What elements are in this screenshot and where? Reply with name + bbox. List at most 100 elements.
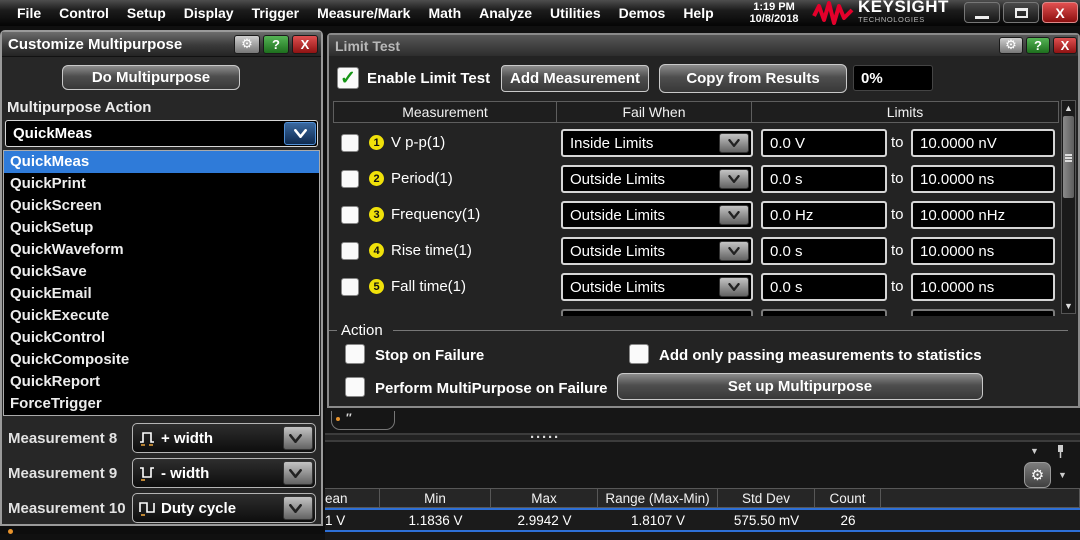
add-measurement-button[interactable]: Add Measurement	[501, 65, 649, 92]
combobox-value: QuickMeas	[13, 125, 93, 142]
list-item-quickprint[interactable]: QuickPrint	[4, 173, 319, 195]
setup-multipurpose-button[interactable]: Set up Multipurpose	[617, 373, 983, 400]
fail-when-value: Outside Limits	[570, 206, 666, 224]
limit-low-field[interactable]: 0.0 s	[761, 273, 887, 301]
to-label: to	[891, 206, 904, 223]
stat-empty	[881, 510, 1080, 530]
add-passing-checkbox[interactable]	[629, 344, 649, 364]
menu-help[interactable]: Help	[674, 0, 722, 26]
menu-math[interactable]: Math	[419, 0, 470, 26]
list-item-forcetrigger[interactable]: ForceTrigger	[4, 393, 319, 415]
row-checkbox[interactable]	[341, 278, 359, 296]
scroll-down-icon[interactable]: ▼	[1062, 299, 1075, 313]
marker-dot-icon	[8, 529, 13, 534]
chevron-down-icon[interactable]	[719, 133, 749, 153]
limit-low-field[interactable]: 0.0 Hz	[761, 201, 887, 229]
chevron-down-icon[interactable]	[283, 461, 313, 485]
limit-high-field[interactable]: 10.0000 ns	[911, 165, 1055, 193]
stat-max: 2.9942 V	[517, 512, 572, 528]
scroll-up-icon[interactable]: ▲	[1062, 101, 1075, 115]
chevron-down-icon[interactable]	[719, 277, 749, 297]
limit-high-field[interactable]: 10.0000 nHz	[911, 201, 1055, 229]
list-item-quickemail[interactable]: QuickEmail	[4, 283, 319, 305]
menu-measure-mark[interactable]: Measure/Mark	[308, 0, 419, 26]
limit-test-titlebar[interactable]: Limit Test ⚙ ? X	[329, 35, 1078, 56]
pin-icon[interactable]	[1056, 444, 1065, 459]
enable-limit-test-checkbox[interactable]: ✓	[337, 67, 359, 89]
list-item-quickscreen[interactable]: QuickScreen	[4, 195, 319, 217]
add-passing-label: Add only passing measurements to statist…	[659, 347, 982, 364]
settings-dropdown-icon[interactable]: ▼	[1058, 470, 1067, 480]
fail-when-dropdown[interactable]: Outside Limits	[561, 201, 753, 229]
close-icon: X	[1060, 38, 1070, 53]
chevron-down-icon[interactable]	[284, 122, 316, 145]
menu-utilities[interactable]: Utilities	[541, 0, 610, 26]
fail-when-dropdown[interactable]: Inside Limits	[561, 129, 753, 157]
limit-low-field[interactable]: 0.0 V	[761, 129, 887, 157]
list-item-quickreport[interactable]: QuickReport	[4, 371, 319, 393]
action-combobox[interactable]: QuickMeas	[5, 120, 318, 147]
help-button[interactable]: ?	[1026, 37, 1050, 54]
menu-control[interactable]: Control	[50, 0, 118, 26]
statistics-row-selected[interactable]: 1 V 1.1836 V 2.9942 V 1.8107 V 575.50 mV…	[325, 508, 1080, 532]
stop-on-failure-checkbox[interactable]	[345, 344, 365, 364]
close-dialog-button[interactable]: X	[292, 34, 318, 54]
measurement-name: V p-p(1)	[391, 134, 446, 151]
fail-when-dropdown[interactable]: Outside Limits	[561, 237, 753, 265]
do-multipurpose-button[interactable]: Do Multipurpose	[62, 65, 240, 90]
limit-high-field[interactable]: 10.0000 ns	[911, 273, 1055, 301]
gear-icon: ⚙	[241, 36, 253, 52]
close-window-button[interactable]: X	[1042, 2, 1078, 23]
fail-when-value: Outside Limits	[570, 278, 666, 296]
limit-low-field[interactable]: 0.0 s	[761, 237, 887, 265]
fail-when-dropdown[interactable]: Outside Limits	[561, 273, 753, 301]
results-settings-button[interactable]: ⚙	[1024, 462, 1051, 488]
list-item-quicksetup[interactable]: QuickSetup	[4, 217, 319, 239]
gear-button[interactable]: ⚙	[999, 37, 1023, 54]
limit-row-period: 2 Period(1) Outside Limits 0.0 s to 10.0…	[333, 165, 1059, 193]
menu-display[interactable]: Display	[175, 0, 243, 26]
minimize-button[interactable]	[964, 2, 1000, 23]
copy-from-results-button[interactable]: Copy from Results	[659, 64, 847, 93]
fail-when-dropdown[interactable]: Outside Limits	[561, 165, 753, 193]
table-scrollbar[interactable]: ▲ ▼	[1061, 100, 1076, 314]
gear-button[interactable]: ⚙	[234, 34, 260, 54]
menu-demos[interactable]: Demos	[610, 0, 675, 26]
collapsed-tab[interactable]: ″	[331, 411, 395, 430]
measurement-8-dropdown[interactable]: + width	[132, 423, 316, 453]
chevron-down-icon[interactable]	[283, 496, 313, 520]
panel-dropdown-icon[interactable]: ▼	[1030, 446, 1039, 456]
perform-multipurpose-checkbox[interactable]	[345, 377, 365, 397]
menu-setup[interactable]: Setup	[118, 0, 175, 26]
list-item-quickwaveform[interactable]: QuickWaveform	[4, 239, 319, 261]
row-checkbox[interactable]	[341, 206, 359, 224]
margin-percent-field[interactable]: 0%	[853, 65, 933, 91]
list-item-quicksave[interactable]: QuickSave	[4, 261, 319, 283]
close-dialog-button[interactable]: X	[1053, 37, 1077, 54]
chevron-down-icon[interactable]	[719, 241, 749, 261]
measurement-10-dropdown[interactable]: Duty cycle	[132, 493, 316, 523]
list-item-quickcomposite[interactable]: QuickComposite	[4, 349, 319, 371]
limit-high-field[interactable]: 10.0000 ns	[911, 237, 1055, 265]
chevron-down-icon[interactable]	[719, 205, 749, 225]
measurement-10-row: Measurement 10 Duty cycle	[8, 492, 316, 524]
customize-titlebar[interactable]: Customize Multipurpose ⚙ ? X	[2, 32, 321, 57]
row-checkbox[interactable]	[341, 134, 359, 152]
menu-analyze[interactable]: Analyze	[470, 0, 541, 26]
menu-file[interactable]: File	[8, 0, 50, 26]
measurement-9-dropdown[interactable]: - width	[132, 458, 316, 488]
panel-splitter[interactable]: ·····	[325, 429, 1080, 446]
scrollbar-thumb[interactable]	[1063, 116, 1074, 198]
list-item-quickexecute[interactable]: QuickExecute	[4, 305, 319, 327]
list-item-quickcontrol[interactable]: QuickControl	[4, 327, 319, 349]
maximize-button[interactable]	[1003, 2, 1039, 23]
menu-trigger[interactable]: Trigger	[243, 0, 308, 26]
row-checkbox[interactable]	[341, 242, 359, 260]
chevron-down-icon[interactable]	[719, 169, 749, 189]
list-item-quickmeas[interactable]: QuickMeas	[4, 151, 319, 173]
chevron-down-icon[interactable]	[283, 426, 313, 450]
limit-high-field[interactable]: 10.0000 nV	[911, 129, 1055, 157]
limit-low-field[interactable]: 0.0 s	[761, 165, 887, 193]
help-button[interactable]: ?	[263, 34, 289, 54]
row-checkbox[interactable]	[341, 170, 359, 188]
